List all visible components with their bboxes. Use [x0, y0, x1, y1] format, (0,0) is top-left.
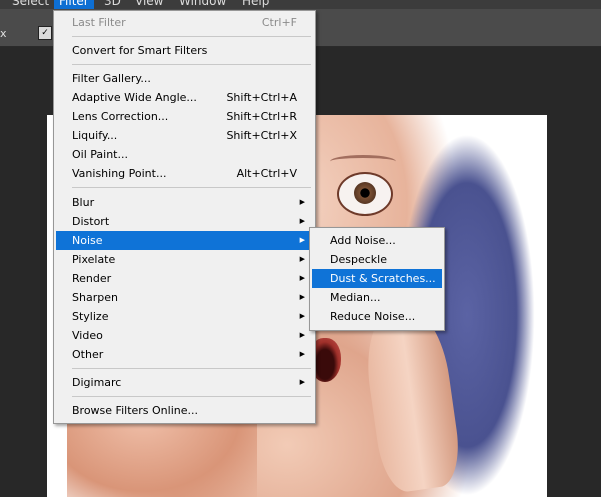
menu-item-label: Despeckle — [330, 253, 387, 266]
submenu-arrow-icon: ▶ — [299, 350, 305, 358]
menu-item-liquify[interactable]: Liquify... Shift+Ctrl+X — [56, 126, 313, 145]
menu-item-label: Stylize — [72, 310, 109, 323]
menu-separator — [72, 64, 311, 65]
menu-item-label: Liquify... — [72, 129, 118, 142]
menu-item-shortcut: Shift+Ctrl+X — [226, 129, 297, 142]
menu-item-shortcut: Shift+Ctrl+R — [226, 110, 297, 123]
submenu-arrow-icon: ▶ — [299, 331, 305, 339]
menu-item-median[interactable]: Median... — [312, 288, 442, 307]
menu-view[interactable]: View — [135, 0, 163, 9]
menu-item-label: Sharpen — [72, 291, 118, 304]
menu-item-digimarc[interactable]: Digimarc ▶ — [56, 373, 313, 392]
menu-filter[interactable]: Filter — [54, 0, 94, 9]
menu-item-dust-and-scratches[interactable]: Dust & Scratches... — [312, 269, 442, 288]
menu-item-other[interactable]: Other ▶ — [56, 345, 313, 364]
photo-eyebrow — [330, 155, 396, 168]
menu-item-shortcut: Alt+Ctrl+V — [236, 167, 297, 180]
menu-item-label: Last Filter — [72, 16, 126, 29]
menu-item-last-filter[interactable]: Last Filter Ctrl+F — [56, 13, 313, 32]
menu-item-shortcut: Shift+Ctrl+A — [226, 91, 297, 104]
menu-item-label: Add Noise... — [330, 234, 396, 247]
menu-item-reduce-noise[interactable]: Reduce Noise... — [312, 307, 442, 326]
menu-item-add-noise[interactable]: Add Noise... — [312, 231, 442, 250]
menu-item-label: Video — [72, 329, 103, 342]
filter-menu: Last Filter Ctrl+F Convert for Smart Fil… — [53, 10, 316, 424]
submenu-arrow-icon: ▶ — [299, 378, 305, 386]
menu-item-label: Pixelate — [72, 253, 116, 266]
menu-item-label: Other — [72, 348, 104, 361]
menu-item-distort[interactable]: Distort ▶ — [56, 212, 313, 231]
menu-item-oil-paint[interactable]: Oil Paint... — [56, 145, 313, 164]
menu-3d[interactable]: 3D — [104, 0, 121, 9]
menu-separator — [72, 396, 311, 397]
menu-item-stylize[interactable]: Stylize ▶ — [56, 307, 313, 326]
menu-item-despeckle[interactable]: Despeckle — [312, 250, 442, 269]
submenu-arrow-icon: ▶ — [299, 198, 305, 206]
submenu-arrow-icon: ▶ — [299, 274, 305, 282]
menu-item-label: Lens Correction... — [72, 110, 169, 123]
menu-separator — [72, 368, 311, 369]
menu-window[interactable]: Window — [179, 0, 226, 9]
menu-separator — [72, 187, 311, 188]
menu-item-label: Noise — [72, 234, 103, 247]
menu-item-render[interactable]: Render ▶ — [56, 269, 313, 288]
menu-item-label: Dust & Scratches... — [330, 272, 436, 285]
menu-item-convert-smart-filters[interactable]: Convert for Smart Filters — [56, 41, 313, 60]
photo-iris — [354, 182, 376, 204]
menu-item-noise[interactable]: Noise ▶ — [56, 231, 313, 250]
menu-item-filter-gallery[interactable]: Filter Gallery... — [56, 69, 313, 88]
submenu-arrow-icon: ▶ — [299, 236, 305, 244]
menu-item-label: Blur — [72, 196, 95, 209]
menu-item-label: Digimarc — [72, 376, 122, 389]
options-text-fragment: x — [0, 27, 7, 40]
menu-item-browse-filters-online[interactable]: Browse Filters Online... — [56, 401, 313, 420]
menu-item-label: Render — [72, 272, 112, 285]
menu-item-vanishing-point[interactable]: Vanishing Point... Alt+Ctrl+V — [56, 164, 313, 183]
menu-item-label: Convert for Smart Filters — [72, 44, 208, 57]
submenu-arrow-icon: ▶ — [299, 217, 305, 225]
menu-item-pixelate[interactable]: Pixelate ▶ — [56, 250, 313, 269]
menu-item-label: Vanishing Point... — [72, 167, 167, 180]
submenu-arrow-icon: ▶ — [299, 255, 305, 263]
menu-item-label: Adaptive Wide Angle... — [72, 91, 197, 104]
menu-select[interactable]: Select — [12, 0, 49, 9]
menu-item-label: Filter Gallery... — [72, 72, 151, 85]
photo-eye — [337, 172, 393, 216]
submenu-arrow-icon: ▶ — [299, 312, 305, 320]
menu-item-video[interactable]: Video ▶ — [56, 326, 313, 345]
submenu-arrow-icon: ▶ — [299, 293, 305, 301]
menu-item-shortcut: Ctrl+F — [261, 16, 297, 29]
menu-bar: Select Filter 3D View Window Help — [0, 0, 601, 9]
menu-item-label: Oil Paint... — [72, 148, 128, 161]
menu-item-label: Browse Filters Online... — [72, 404, 198, 417]
options-checkbox[interactable]: ✓ — [38, 26, 52, 40]
menu-item-blur[interactable]: Blur ▶ — [56, 193, 313, 212]
menu-item-sharpen[interactable]: Sharpen ▶ — [56, 288, 313, 307]
noise-submenu: Add Noise... Despeckle Dust & Scratches.… — [309, 227, 445, 331]
menu-item-lens-correction[interactable]: Lens Correction... Shift+Ctrl+R — [56, 107, 313, 126]
menu-item-label: Reduce Noise... — [330, 310, 416, 323]
menu-help[interactable]: Help — [242, 0, 269, 9]
photo-hand — [359, 305, 465, 495]
menu-item-label: Median... — [330, 291, 381, 304]
menu-separator — [72, 36, 311, 37]
menu-item-label: Distort — [72, 215, 110, 228]
menu-item-adaptive-wide-angle[interactable]: Adaptive Wide Angle... Shift+Ctrl+A — [56, 88, 313, 107]
